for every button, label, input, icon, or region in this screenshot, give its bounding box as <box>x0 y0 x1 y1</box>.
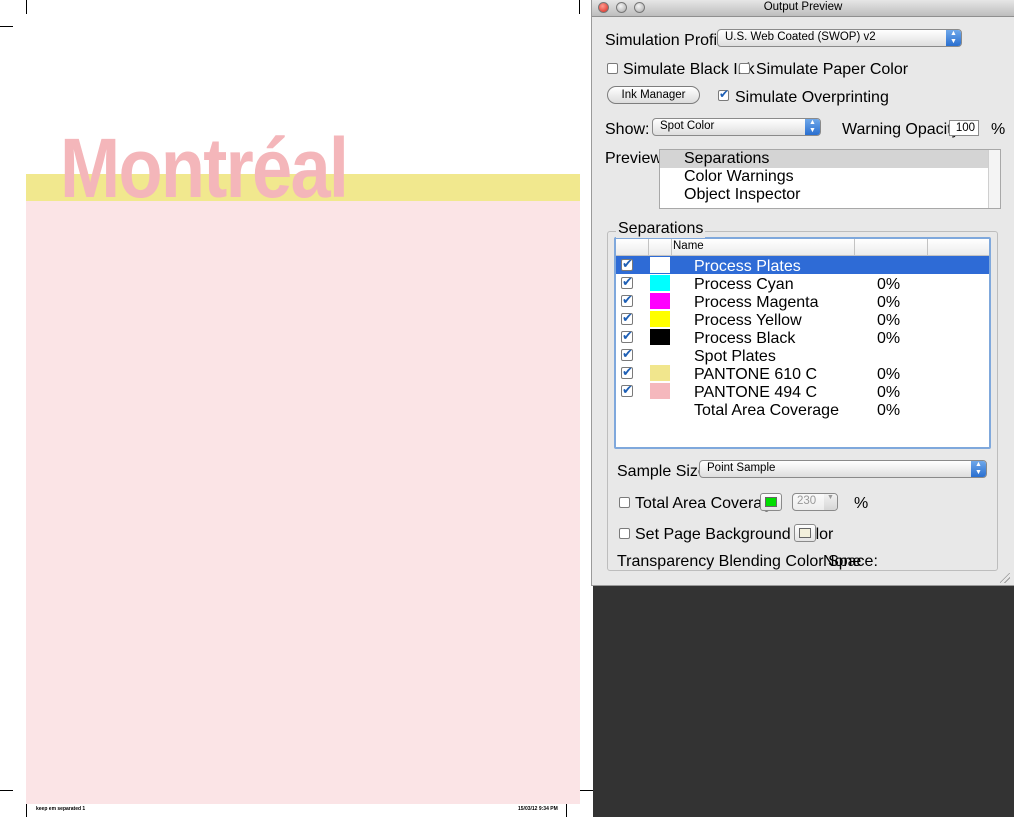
column-divider <box>854 239 855 255</box>
document-page: Montréal keep em separated 1 15/03/12 9:… <box>0 0 593 817</box>
row-checkbox[interactable] <box>621 328 633 344</box>
table-row[interactable]: Process Magenta 0% <box>616 292 989 311</box>
page-background-swatch <box>799 528 811 538</box>
crop-mark <box>579 790 593 791</box>
tac-percent: % <box>854 495 869 512</box>
color-swatch <box>650 383 670 399</box>
chevron-updown-icon: ▲ ▼ <box>805 119 820 135</box>
title-bar[interactable]: Output Preview <box>592 0 1014 17</box>
table-row[interactable]: Process Plates <box>616 256 989 275</box>
column-name-header[interactable]: Name <box>673 240 704 252</box>
warning-opacity-percent: % <box>991 121 1006 138</box>
resize-grip-icon[interactable] <box>1000 573 1010 583</box>
sample-size-label: Sample Size: <box>617 463 712 480</box>
color-swatch <box>650 257 670 273</box>
warning-opacity-input[interactable]: 100 <box>949 120 979 136</box>
color-swatch <box>650 365 670 381</box>
color-swatch <box>650 311 670 327</box>
preview-list[interactable]: Separations Color Warnings Object Inspec… <box>659 149 1001 209</box>
crop-mark <box>26 803 27 817</box>
crop-mark <box>579 0 580 14</box>
chevron-down-icon: ▼ <box>824 494 837 510</box>
table-row[interactable]: PANTONE 610 C 0% <box>616 364 989 383</box>
crop-mark <box>0 790 13 791</box>
preview-item-separations[interactable]: Separations <box>660 150 990 168</box>
column-divider <box>648 239 649 255</box>
slug-right: 15/03/12 9:34 PM <box>518 806 558 812</box>
simulate-overprinting-label[interactable]: Simulate Overprinting <box>735 89 889 107</box>
row-checkbox[interactable] <box>621 346 633 362</box>
warning-opacity-label: Warning Opacity: <box>842 121 965 138</box>
separations-group-label: Separations <box>616 220 706 238</box>
chevron-updown-icon: ▲ ▼ <box>946 30 961 46</box>
simulate-paper-color-label[interactable]: Simulate Paper Color <box>756 61 908 79</box>
slug-left: keep em separated 1 <box>36 806 86 812</box>
row-checkbox[interactable] <box>621 382 633 398</box>
tac-color-swatch <box>765 497 777 507</box>
simulation-profile-label: Simulation Profile: <box>605 32 734 49</box>
crop-mark <box>26 0 27 14</box>
chevron-updown-icon: ▲ ▼ <box>971 461 986 477</box>
simulation-profile-value: U.S. Web Coated (SWOP) v2 <box>725 31 876 43</box>
tac-value: 230 <box>797 495 817 507</box>
table-row[interactable]: Process Yellow 0% <box>616 310 989 329</box>
total-area-coverage-checkbox[interactable] <box>619 497 630 508</box>
preview-item-object-inspector[interactable]: Object Inspector <box>660 186 990 204</box>
page-title: Montréal <box>60 121 349 215</box>
simulate-paper-color-checkbox[interactable] <box>739 63 750 74</box>
ink-manager-button[interactable]: Ink Manager <box>607 86 700 104</box>
preview-label: Preview: <box>605 150 667 167</box>
column-divider <box>927 239 928 255</box>
separations-table[interactable]: Name Process Plates Process Cyan 0% Proc… <box>614 237 991 449</box>
column-divider <box>671 239 672 255</box>
separation-name: Total Area Coverage <box>694 402 839 419</box>
pink-background <box>26 174 580 804</box>
set-page-background-checkbox[interactable] <box>619 528 630 539</box>
sample-size-select[interactable]: Point Sample ▲ ▼ <box>699 460 987 478</box>
show-label: Show: <box>605 121 650 138</box>
simulation-profile-select[interactable]: U.S. Web Coated (SWOP) v2 ▲ ▼ <box>717 29 962 47</box>
crop-mark <box>0 26 13 27</box>
row-checkbox[interactable] <box>621 292 633 308</box>
preview-item-color-warnings[interactable]: Color Warnings <box>660 168 990 186</box>
table-row[interactable]: PANTONE 494 C 0% <box>616 382 989 401</box>
pasteboard <box>593 585 1014 817</box>
show-value: Spot Color <box>660 120 715 132</box>
total-area-coverage-label[interactable]: Total Area Coverage <box>635 495 780 513</box>
table-row[interactable]: Process Black 0% <box>616 328 989 347</box>
sample-size-value: Point Sample <box>707 462 776 474</box>
color-swatch <box>650 275 670 291</box>
simulate-black-ink-label[interactable]: Simulate Black Ink <box>623 61 755 79</box>
row-checkbox[interactable] <box>621 256 633 272</box>
color-swatch <box>650 293 670 309</box>
row-checkbox[interactable] <box>621 310 633 326</box>
crop-mark <box>566 803 567 817</box>
simulate-overprinting-checkbox[interactable] <box>718 87 729 101</box>
table-header: Name <box>616 239 989 256</box>
separation-coverage: 0% <box>877 402 901 419</box>
row-checkbox[interactable] <box>621 274 633 290</box>
simulate-black-ink-checkbox[interactable] <box>607 63 618 74</box>
transparency-value: None <box>823 553 862 570</box>
page-background-color-well[interactable] <box>794 524 816 542</box>
show-select[interactable]: Spot Color ▲ ▼ <box>652 118 821 136</box>
color-swatch <box>650 329 670 345</box>
row-checkbox[interactable] <box>621 364 633 380</box>
table-row[interactable]: Total Area Coverage 0% <box>616 400 989 419</box>
tac-color-well[interactable] <box>760 493 782 511</box>
preview-scrollbar[interactable] <box>988 150 1000 208</box>
tac-value-combo[interactable]: 230 ▼ <box>792 493 838 511</box>
window-title: Output Preview <box>763 1 843 13</box>
table-row[interactable]: Spot Plates <box>616 346 989 365</box>
table-row[interactable]: Process Cyan 0% <box>616 274 989 293</box>
